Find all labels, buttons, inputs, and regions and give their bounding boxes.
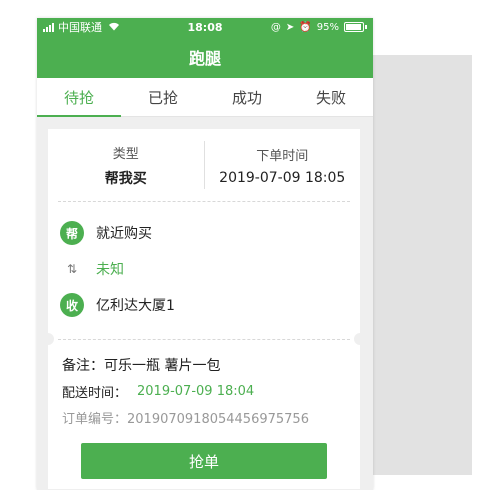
order-info: 备注：可乐一瓶 薯片一包 配送时间： 2019-07-09 18:04 订单编号…: [48, 346, 360, 430]
tab-grabbed-label: 已抢: [147, 88, 178, 107]
carrier-name: 中国联通: [58, 21, 102, 34]
page-title-text: 跑腿: [188, 49, 221, 68]
battery-icon: [344, 22, 367, 32]
location-arrow-icon: ➤: [285, 21, 295, 33]
tab-pending[interactable]: 待抢: [37, 78, 121, 117]
grab-order-button[interactable]: 抢单: [81, 443, 327, 479]
to-text: 亿利达大厦1: [96, 298, 175, 314]
order-number: 订单编号：20190709180544569757​56: [62, 411, 309, 427]
notch-right: [354, 333, 366, 345]
route-section: 帮 就近购买 ⇅ 未知 收 亿利达大厦1: [48, 202, 360, 332]
route-to: 收 亿利达大厦1: [60, 288, 348, 322]
tab-failed-label: 失败: [315, 88, 346, 107]
tab-grabbed[interactable]: 已抢: [121, 78, 205, 116]
buy-badge: 帮: [60, 221, 84, 245]
signal-icon: [43, 22, 54, 32]
battery-percent: 95%: [316, 21, 339, 33]
type-value: 帮我买: [104, 170, 147, 187]
status-bar: 中国联通 18:08 @ ➤ ⏰ 95%: [37, 18, 373, 36]
tab-success[interactable]: 成功: [205, 78, 289, 116]
order-summary: 类型 帮我买 下单时间 2019-07-09 18:05: [48, 129, 360, 201]
route-distance: ⇅ 未知: [60, 252, 348, 286]
tab-bar: 待抢 已抢 成功 失败: [37, 78, 373, 117]
route-from: 帮 就近购买: [60, 216, 348, 250]
tab-pending-label: 待抢: [63, 88, 94, 107]
tab-failed[interactable]: 失败: [289, 78, 373, 116]
delivery-label: 配送时间：: [62, 385, 128, 401]
wifi-icon: [108, 21, 120, 34]
at-icon: @: [270, 21, 281, 33]
swap-arrows-icon: ⇅: [66, 262, 78, 276]
notch-left: [42, 333, 54, 345]
receive-badge: 收: [60, 293, 84, 317]
background-panel: [360, 55, 472, 475]
distance-text: 未知: [96, 262, 124, 278]
tab-success-label: 成功: [231, 88, 262, 107]
alarm-icon: ⏰: [299, 21, 312, 33]
ticket-divider: [42, 332, 366, 346]
delivery-value: 2019-07-09 18:04: [137, 383, 255, 399]
order-time-label: 下单时间: [256, 148, 309, 164]
delivery-row: 配送时间： 2019-07-09 18:04: [62, 378, 346, 404]
page-title: 跑腿: [37, 36, 373, 78]
type-label: 类型: [112, 146, 139, 162]
dashed-line: [58, 339, 350, 340]
phone-screen: 中国联通 18:08 @ ➤ ⏰ 95% 跑腿 待抢 已抢 成功 失败 类型 帮…: [37, 18, 373, 490]
order-time-value: 2019-07-09 18:05: [219, 169, 346, 186]
note-text: 备注：可乐一瓶 薯片一包: [62, 358, 221, 374]
from-text: 就近购买: [96, 226, 152, 242]
order-card: 类型 帮我买 下单时间 2019-07-09 18:05 帮 就近购买 ⇅ 未知…: [42, 129, 366, 489]
